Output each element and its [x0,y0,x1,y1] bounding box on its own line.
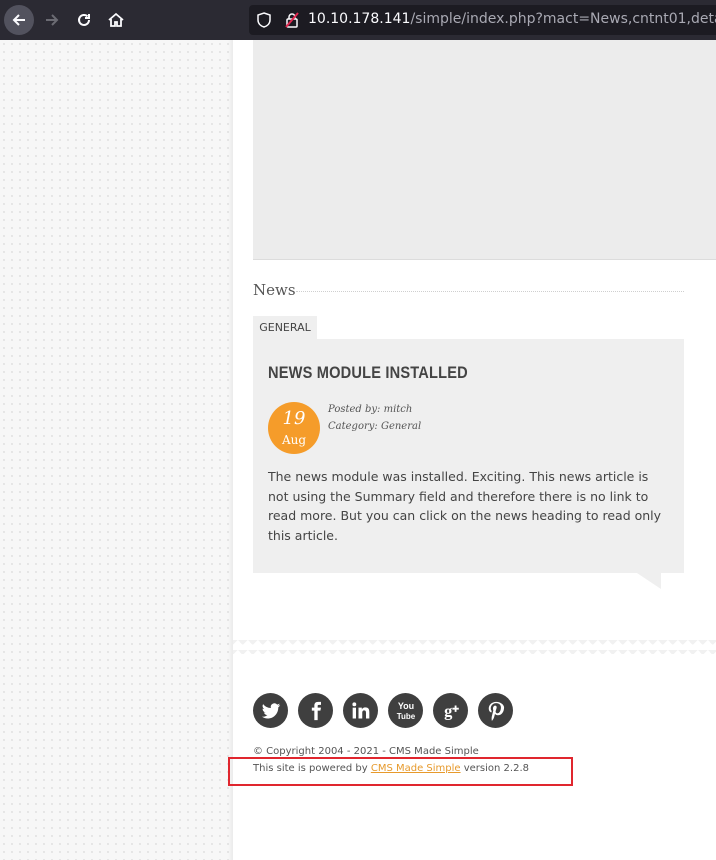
footer-divider [233,640,716,654]
browser-toolbar: 10.10.178.141/simple/index.php?mact=News… [0,0,716,40]
shield-icon[interactable] [256,12,272,28]
news-divider [296,291,684,292]
url-text[interactable]: 10.10.178.141/simple/index.php?mact=News… [308,11,716,27]
url-host: 10.10.178.141 [308,11,411,27]
date-badge: 19 Aug [268,402,320,454]
facebook-f-icon [311,701,321,720]
pinterest-icon[interactable] [478,693,513,728]
article-category: Category: General [328,421,422,432]
forward-button[interactable] [37,5,67,35]
posted-by: Posted by: mitch [328,404,413,415]
arrow-right-icon [46,14,59,26]
reload-button[interactable] [69,5,99,35]
header-image-area [253,40,716,260]
back-button[interactable] [4,5,34,35]
linkedin-in-icon [351,701,369,718]
article-title-link[interactable]: NEWS MODULE INSTALLED [268,363,468,383]
news-section-title: News [253,281,296,299]
twitter-icon[interactable] [253,693,288,728]
googleplus-icon[interactable]: g [433,693,468,728]
card-tail [637,573,661,589]
url-path: /simple/index.php?mact=News,cntnt01,deta… [410,11,716,27]
twitter-bird-icon [261,702,280,718]
article-body: The news module was installed. Exciting.… [268,469,662,543]
arrow-left-icon [12,14,25,26]
home-icon [108,12,124,27]
address-bar[interactable]: 10.10.178.141/simple/index.php?mact=News… [249,5,716,35]
svg-text:g: g [444,701,453,720]
pinterest-p-icon [488,701,504,721]
category-tab-general[interactable]: GENERAL [253,316,317,339]
youtube-logo-icon: You Tube [396,701,415,721]
page-background-pattern [0,40,233,860]
copyright-text: © Copyright 2004 - 2021 - CMS Made Simpl… [253,746,479,757]
date-month: Aug [281,433,307,447]
highlight-annotation-box [228,757,573,786]
facebook-icon[interactable] [298,693,333,728]
linkedin-icon[interactable] [343,693,378,728]
svg-text:Tube: Tube [396,712,415,721]
home-button[interactable] [101,5,131,35]
youtube-icon[interactable]: You Tube [388,693,423,728]
svg-text:You: You [397,701,413,711]
insecure-lock-icon[interactable] [284,12,300,28]
reload-icon [78,13,90,26]
date-day: 19 [282,408,306,429]
google-plus-icon: g [444,701,459,720]
